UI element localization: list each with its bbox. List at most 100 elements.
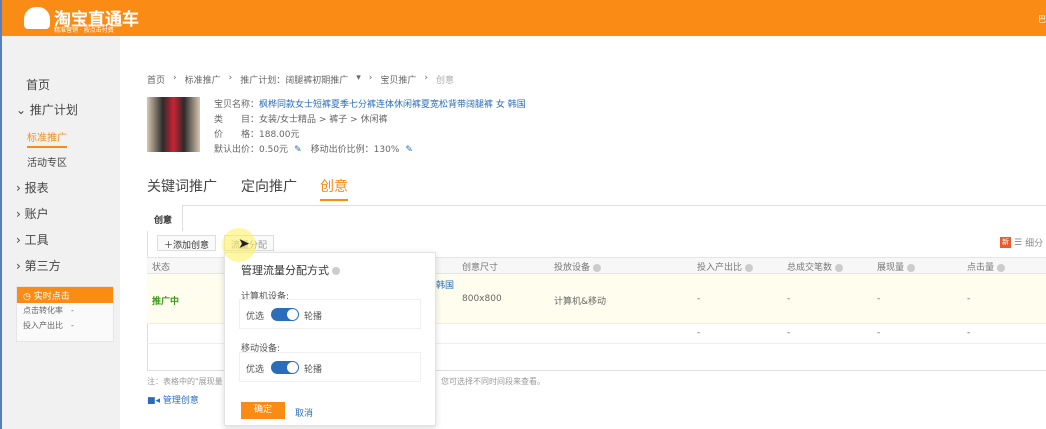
help-icon[interactable]: [997, 263, 1006, 272]
sidebar-item-reports[interactable]: › 报表: [16, 179, 49, 196]
edit-bid-icon[interactable]: ✎: [294, 145, 302, 155]
sidebar-item-third-party[interactable]: › 第三方: [16, 257, 61, 274]
logo[interactable]: 淘宝直通车 精准营销 · 按点击付费: [24, 5, 139, 34]
sidebar: 首页 ⌄ 推广计划 标准推广 活动专区 › 报表 › 账户 › 工具 › 第三方: [0, 36, 120, 429]
popup-title: 管理流量分配方式: [241, 262, 340, 278]
list-icon: ☰: [1014, 237, 1023, 248]
value: -: [71, 306, 74, 315]
edit-mobile-ratio-icon[interactable]: ✎: [405, 145, 413, 155]
label: 展现量: [877, 263, 905, 273]
caret-down-icon[interactable]: ▾: [356, 73, 361, 86]
split-toolbar[interactable]: 新 ☰ 细分: [1000, 236, 1043, 249]
sidebar-item-home[interactable]: 首页: [26, 76, 50, 93]
subtab-creative[interactable]: 创意: [147, 205, 183, 231]
product-image: [147, 97, 200, 152]
label: 推广计划: [29, 103, 78, 117]
sidebar-item-account[interactable]: › 账户: [16, 205, 49, 222]
table-note: 注：表格中的"展现量: [147, 377, 223, 386]
mobile-toggle[interactable]: [271, 361, 299, 374]
product-name: 宝贝名称：枫桦同款女士短裤夏季七分裤连体休闲裤夏宽松背带阔腿裤 女 韩国: [214, 97, 526, 110]
chevron-right-icon: ›: [173, 73, 177, 83]
crumb-standard[interactable]: 标准推广: [185, 73, 221, 86]
label: 工具: [24, 233, 49, 247]
tab-targeting[interactable]: 定向推广: [241, 176, 297, 196]
value: 0.50元: [259, 145, 289, 155]
sidebar-item-campaigns[interactable]: ⌄ 推广计划: [16, 101, 78, 118]
label: 默认出价：: [214, 145, 260, 155]
cell-roi: -: [697, 328, 701, 338]
label: 点击量: [967, 263, 995, 273]
cell-clicks: -: [967, 294, 971, 304]
col-impressions: 展现量: [877, 260, 916, 273]
label: 移动出价比例：: [310, 145, 374, 155]
help-icon[interactable]: [745, 263, 754, 272]
confirm-button[interactable]: 确定: [241, 402, 285, 419]
label: 管理创意: [162, 396, 199, 406]
tab-keyword[interactable]: 关键词推广: [147, 176, 217, 196]
cell-deals: -: [787, 328, 791, 338]
option-preferred: 优选: [246, 312, 265, 322]
help-icon[interactable]: [593, 263, 602, 272]
status-badge: 推广中: [152, 297, 180, 307]
tab-creative[interactable]: 创意: [320, 176, 348, 201]
product-link[interactable]: 枫桦同款女士短裤夏季七分裤连体休闲裤夏宽松背带阔腿裤 女 韩国: [259, 100, 526, 110]
sidebar-item-activity[interactable]: 活动专区: [27, 154, 67, 169]
help-icon[interactable]: [907, 263, 916, 272]
label: 总成交笔数: [787, 263, 833, 273]
option-rotate: 轮播: [304, 365, 323, 375]
label: 账户: [24, 207, 49, 221]
top-header: 淘宝直通车 精准营销 · 按点击付费 巴: [0, 0, 1046, 36]
cell-roi: -: [697, 294, 701, 304]
add-creative-button[interactable]: ＋添加创意: [157, 235, 217, 251]
cancel-button[interactable]: 取消: [295, 406, 313, 419]
value: -: [71, 321, 74, 330]
mobile-switch-row: 优选 轮播: [239, 352, 421, 382]
label: 报表: [24, 181, 49, 195]
product-bid: 默认出价：0.50元 ✎ 移动出价比例：130% ✎: [214, 142, 413, 155]
flow-allocation-popup: 管理流量分配方式 计算机设备: 优选 轮播 移动设备: 优选 轮播 确定 取消: [224, 252, 436, 426]
help-icon[interactable]: [835, 263, 844, 272]
option-rotate: 轮播: [304, 312, 323, 322]
realtime-row: 投入产出比 -: [17, 318, 113, 333]
cell-deals: -: [787, 294, 791, 304]
table-note-tail: 您可选择不同时间段来查看。: [441, 377, 545, 386]
chevron-right-icon: ›: [424, 73, 429, 83]
plus-icon: ＋: [164, 241, 174, 251]
label: 投放设备: [554, 263, 591, 273]
crumb-home[interactable]: 首页: [147, 73, 165, 86]
crumb-current: 创意: [436, 76, 455, 86]
label: 类 目：: [214, 115, 260, 125]
crumb-item[interactable]: 宝贝推广: [380, 73, 416, 86]
label: 投入产出比: [697, 263, 743, 273]
label: 价 格：: [214, 130, 260, 140]
help-icon[interactable]: [332, 267, 340, 275]
col-size: 创意尺寸: [462, 263, 499, 273]
sidebar-item-standard[interactable]: 标准推广: [27, 129, 67, 148]
clock-icon: ◷: [23, 292, 31, 302]
creative-title-link[interactable]: 韩国: [436, 278, 454, 291]
header-right-text[interactable]: 巴: [1038, 14, 1046, 25]
cell-device: 计算机&移动: [554, 297, 607, 307]
pc-toggle[interactable]: [271, 308, 299, 321]
label: 点击转化率: [23, 306, 63, 315]
value: 女装/女士精品 > 裤子 > 休闲裤: [259, 115, 388, 125]
label: 添加创意: [173, 241, 210, 251]
title: 实时点击: [33, 292, 70, 302]
col-deals: 总成交笔数: [787, 260, 844, 273]
chevron-right-icon: ›: [368, 73, 373, 83]
video-icon: ■◂: [147, 396, 161, 406]
col-clicks: 点击量: [967, 260, 1006, 273]
logo-subtitle: 精准营销 · 按点击付费: [54, 27, 114, 34]
realtime-widget: ◷ 实时点击 点击转化率 - 投入产出比 -: [16, 286, 114, 342]
cell-impressions: -: [877, 294, 881, 304]
product-category: 类 目：女装/女士精品 > 裤子 > 休闲裤: [214, 112, 388, 125]
manage-creative-link[interactable]: ■◂ 管理创意: [147, 393, 199, 406]
crumb-plan[interactable]: 推广计划：阔腿裤初期推广: [240, 73, 348, 86]
label: 第三方: [24, 259, 61, 273]
cell-impressions: -: [877, 328, 881, 338]
option-preferred: 优选: [246, 365, 265, 375]
sidebar-item-tools[interactable]: › 工具: [16, 231, 49, 248]
title: 管理流量分配方式: [241, 264, 329, 277]
mouse-pointer-icon: ➤: [238, 236, 250, 252]
label: 细分: [1025, 239, 1044, 249]
